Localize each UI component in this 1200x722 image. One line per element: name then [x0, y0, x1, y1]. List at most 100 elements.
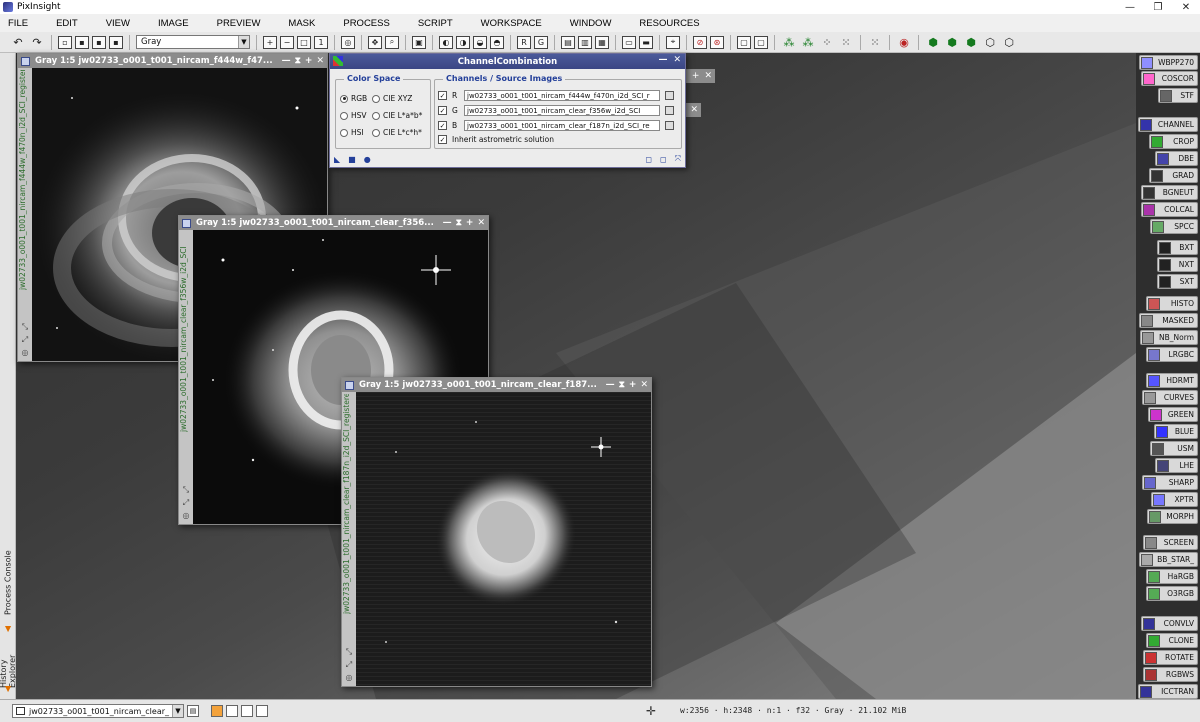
- image-window-header[interactable]: Gray 1:5 jw02733_o001_t001_nircam_f444w_…: [18, 54, 327, 68]
- radio-cie-lch[interactable]: CIE L*c*h*: [372, 128, 422, 137]
- zoom-out-icon[interactable]: −: [280, 35, 294, 49]
- menu-view[interactable]: VIEW: [106, 18, 130, 29]
- process-icon-xptr[interactable]: XPTR: [1151, 492, 1198, 507]
- apply-global-icon[interactable]: ●: [364, 155, 371, 164]
- process-icon-sxt[interactable]: SXT: [1157, 274, 1198, 289]
- maximize-icon[interactable]: +: [466, 218, 474, 228]
- view-mode-extra-icon[interactable]: [256, 705, 268, 717]
- process-icon-morph[interactable]: MORPH: [1147, 509, 1198, 524]
- display-lum-icon[interactable]: ▥: [578, 35, 592, 49]
- stf-reset-icon[interactable]: ⊘: [693, 35, 707, 49]
- mask-show-icon[interactable]: ◑: [456, 35, 470, 49]
- process-icon-curves[interactable]: CURVES: [1142, 390, 1198, 405]
- readout-mode-icon[interactable]: ◎: [341, 35, 355, 49]
- process-icon-screen[interactable]: SCREEN: [1143, 535, 1198, 550]
- view-selector[interactable]: jw02733_o001_t001_nircam_clear_ ▼: [12, 704, 184, 718]
- stf-auto-icon[interactable]: ⊛: [710, 35, 724, 49]
- screen-display-icon[interactable]: ▭: [622, 35, 636, 49]
- mask-invert-icon[interactable]: ◒: [473, 35, 487, 49]
- undo-icon[interactable]: ↶: [10, 34, 26, 50]
- menu-edit[interactable]: EDIT: [56, 18, 78, 29]
- image-window-header[interactable]: Gray 1:5 jw02733_o001_t001_nircam_clear_…: [342, 378, 651, 392]
- process-icon-blue[interactable]: BLUE: [1154, 424, 1198, 439]
- image-window-header[interactable]: Gray 1:5 jw02733_o001_t001_nircam_clear_…: [179, 216, 488, 230]
- menu-window[interactable]: WINDOW: [570, 18, 612, 29]
- cube-outline-icon[interactable]: ⬡: [982, 34, 998, 50]
- grid-small-icon[interactable]: ⁘: [819, 34, 835, 50]
- monitor-icon[interactable]: ▢: [737, 35, 751, 49]
- stf-icon[interactable]: ⌖: [666, 35, 680, 49]
- target-icon[interactable]: ◎: [346, 673, 353, 682]
- process-icon-grad[interactable]: GRAD: [1149, 168, 1198, 183]
- close-icon[interactable]: ✕: [477, 218, 485, 228]
- close-image-icon[interactable]: ▪: [109, 35, 123, 49]
- menu-mask[interactable]: MASK: [288, 18, 315, 29]
- radio-hsi[interactable]: HSI: [340, 128, 364, 137]
- maximize-icon[interactable]: +: [629, 380, 637, 390]
- process-icon-usm[interactable]: USM: [1150, 441, 1198, 456]
- record-icon[interactable]: ◉: [896, 34, 912, 50]
- channel-r-source-input[interactable]: jw02733_o001_t001_nircam_f444w_f470n_i2d…: [464, 90, 660, 101]
- expand-icon[interactable]: ⤡: [346, 647, 352, 657]
- radio-hsv[interactable]: HSV: [340, 111, 367, 120]
- process-icon-dbe[interactable]: DBE: [1155, 151, 1198, 166]
- channel-r-select-icon[interactable]: [665, 91, 674, 100]
- zoom-one-icon[interactable]: 1: [314, 35, 328, 49]
- radio-cie-lab[interactable]: CIE L*a*b*: [372, 111, 422, 120]
- process-icon-clone[interactable]: CLONE: [1146, 633, 1198, 648]
- channel-red-icon[interactable]: R: [517, 35, 531, 49]
- process-icon-histo[interactable]: HISTO: [1146, 296, 1198, 311]
- color-space-select[interactable]: Gray ▼: [136, 35, 250, 49]
- close-icon[interactable]: ✕: [673, 55, 681, 65]
- process-icon-nb-norm[interactable]: NB_Norm: [1140, 330, 1198, 345]
- process-icon-convlv[interactable]: CONVLV: [1141, 616, 1198, 631]
- grid-alt-icon[interactable]: ⁂: [800, 34, 816, 50]
- redo-icon[interactable]: ↷: [29, 34, 45, 50]
- target-icon[interactable]: ◎: [22, 348, 29, 357]
- process-icon-lrgbc[interactable]: LRGBC: [1146, 347, 1198, 362]
- process-icon-bgneut[interactable]: BGNEUT: [1141, 185, 1198, 200]
- view-mode-alt-icon[interactable]: [241, 705, 253, 717]
- shade-icon[interactable]: —: [658, 55, 667, 65]
- expand-icon[interactable]: ⤡: [183, 485, 189, 495]
- process-icon-hargb[interactable]: HaRGB: [1146, 569, 1198, 584]
- minimize-icon[interactable]: —: [443, 218, 452, 228]
- shade-icon[interactable]: ⧗: [295, 56, 301, 66]
- shrink-icon[interactable]: ⤢: [346, 660, 352, 670]
- minimize-icon[interactable]: —: [282, 56, 291, 66]
- process-icon-crop[interactable]: CROP: [1149, 134, 1198, 149]
- minimize-icon[interactable]: —: [606, 380, 615, 390]
- process-icon-wbpp270[interactable]: WBPP270: [1139, 55, 1198, 70]
- history-explorer-tab[interactable]: History Explorer: [0, 628, 17, 688]
- radio-cie-xyz[interactable]: CIE XYZ: [372, 94, 412, 103]
- minimize-icon[interactable]: —: [1116, 0, 1144, 14]
- view-mode-icon[interactable]: [226, 705, 238, 717]
- process-icon-coscor[interactable]: COSCOR: [1141, 71, 1198, 86]
- channel-g-source-input[interactable]: jw02733_o001_t001_nircam_clear_f356w_i2d…: [464, 105, 660, 116]
- view-mode-color-icon[interactable]: [211, 705, 223, 717]
- reset-icon[interactable]: ◻: [645, 155, 652, 164]
- channel-g-checkbox[interactable]: ✓: [438, 106, 447, 115]
- menu-resources[interactable]: RESOURCES: [639, 18, 699, 29]
- mask-enable-icon[interactable]: ◐: [439, 35, 453, 49]
- process-icon-nxt[interactable]: NXT: [1157, 257, 1198, 272]
- process-icon-masked[interactable]: MASKED: [1139, 313, 1198, 328]
- process-icon-hdrmt[interactable]: HDRMT: [1146, 373, 1198, 388]
- process-icon-icctran[interactable]: ICCTRAN: [1138, 684, 1198, 699]
- zoom-in-icon[interactable]: +: [263, 35, 277, 49]
- process-icon-rotate[interactable]: ROTATE: [1143, 650, 1198, 665]
- view-list-icon[interactable]: ▤: [187, 705, 199, 717]
- process-icon-lhe[interactable]: LHE: [1155, 458, 1198, 473]
- close-icon[interactable]: ✕: [1172, 0, 1200, 14]
- maximize-icon[interactable]: ❐: [1144, 0, 1172, 14]
- menu-image[interactable]: IMAGE: [158, 18, 189, 29]
- image-canvas[interactable]: [356, 392, 651, 686]
- process-icon-stf[interactable]: STF: [1158, 88, 1198, 103]
- process-icon-channel[interactable]: CHANNEL: [1138, 117, 1198, 132]
- process-icon-rgbws[interactable]: RGBWS: [1143, 667, 1198, 682]
- process-icon-sharp[interactable]: SHARP: [1142, 475, 1198, 490]
- process-console-tab[interactable]: Process Console: [0, 542, 16, 624]
- new-image-icon[interactable]: ▫: [58, 35, 72, 49]
- open-image-icon[interactable]: ▪: [75, 35, 89, 49]
- tile-icon[interactable]: ⁙: [867, 34, 883, 50]
